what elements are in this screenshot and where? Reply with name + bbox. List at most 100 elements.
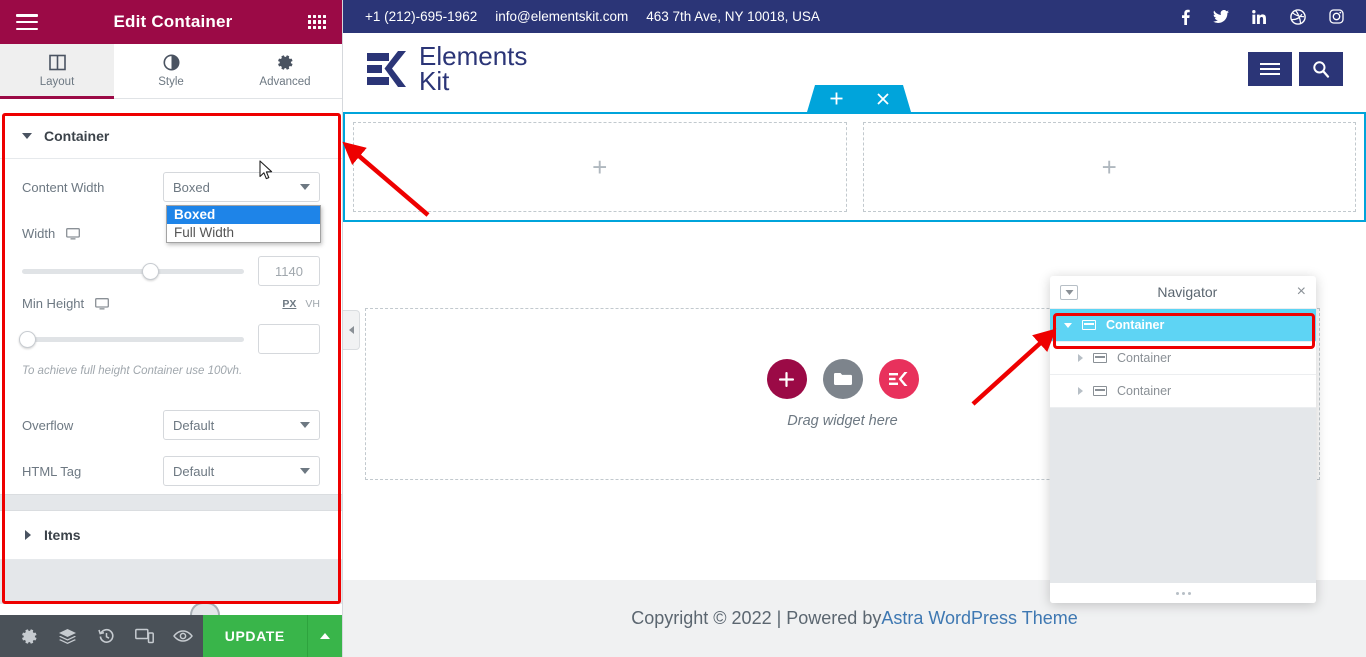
plus-icon[interactable]: + [1102, 154, 1117, 180]
grid-apps-icon[interactable] [307, 15, 326, 29]
overflow-value: Default [173, 417, 215, 433]
navigator-header: Navigator × [1050, 276, 1316, 309]
desktop-icon[interactable] [94, 297, 109, 313]
min-height-slider-knob[interactable] [19, 330, 36, 348]
section-items-header[interactable]: Items [0, 511, 342, 560]
content-width-dropdown-list[interactable]: Boxed Full Width [166, 205, 321, 243]
gear-icon [277, 54, 294, 71]
site-logo-text: Elements Kit [419, 41, 528, 96]
resize-dots-icon[interactable] [1050, 583, 1316, 603]
search-icon[interactable] [1299, 52, 1343, 86]
tab-style[interactable]: Style [114, 44, 228, 98]
width-slider[interactable] [22, 262, 244, 280]
desktop-icon[interactable] [65, 227, 80, 243]
content-width-label: Content Width [22, 179, 105, 195]
header-buttons [1248, 52, 1343, 86]
drag-handle-icon[interactable] [855, 93, 865, 104]
panel-body: Container Content Width Boxed Width 1140… [0, 113, 342, 604]
dribbble-icon[interactable] [1290, 8, 1306, 25]
caret-down-icon [22, 132, 32, 139]
menu-hamburger-icon[interactable] [1248, 52, 1292, 86]
section-toolbar[interactable] [807, 85, 911, 112]
width-slider-knob[interactable] [141, 262, 159, 280]
caret-right-icon[interactable] [1078, 354, 1083, 362]
panel-title: Edit Container [113, 12, 233, 31]
min-height-slider[interactable] [19, 330, 244, 348]
template-folder-icon[interactable] [822, 359, 863, 399]
close-x-icon[interactable] [877, 93, 889, 105]
overflow-label: Overflow [22, 417, 74, 433]
caret-right-icon [25, 530, 31, 540]
min-height-value-input[interactable] [258, 324, 320, 354]
dock-toggle-icon[interactable] [1060, 284, 1078, 300]
tab-advanced[interactable]: Advanced [228, 44, 342, 98]
update-options-caret[interactable] [306, 615, 343, 657]
caret-right-icon[interactable] [1078, 387, 1083, 395]
layers-icon[interactable] [49, 615, 88, 657]
tab-layout-label: Layout [39, 76, 75, 88]
unit-px[interactable]: PX [282, 298, 296, 310]
section-container-header[interactable]: Container [0, 113, 342, 159]
elementskit-widget-icon[interactable] [878, 359, 919, 399]
section-container-label: Container [44, 127, 110, 144]
dropdown-option-boxed[interactable]: Boxed [167, 206, 320, 224]
width-value-input[interactable]: 1140 [258, 256, 320, 286]
topbar-email[interactable]: info@elementskit.com [495, 9, 628, 24]
site-logo[interactable]: Elements Kit [366, 41, 528, 96]
control-html-tag: HTML Tag Default [0, 448, 342, 494]
panel-footer-toolbar: UPDATE [0, 615, 343, 657]
section-divider [0, 494, 342, 511]
caret-down-icon[interactable] [1064, 322, 1072, 328]
facebook-icon[interactable] [1181, 9, 1190, 25]
social-icons [1181, 8, 1344, 25]
content-width-select[interactable]: Boxed [163, 172, 320, 202]
navigator-item-container-child-2[interactable]: Container [1050, 375, 1316, 408]
elementor-panel: Edit Container Layout Style Advanced Con… [0, 0, 343, 657]
html-tag-select[interactable]: Default [163, 456, 320, 486]
close-icon[interactable]: × [1297, 284, 1306, 300]
panel-collapse-toggle[interactable] [343, 310, 360, 350]
footer-theme-link[interactable]: Astra WordPress Theme [881, 608, 1077, 629]
update-button[interactable]: UPDATE [202, 615, 307, 657]
section-items-label: Items [44, 527, 81, 543]
contrast-circle-icon [163, 54, 180, 71]
settings-gear-icon[interactable] [10, 615, 49, 657]
control-min-height: Min Height PX VH [0, 289, 342, 319]
container-column-1[interactable]: + [353, 122, 847, 212]
selected-container[interactable]: + + [343, 112, 1366, 222]
plus-icon[interactable]: + [592, 154, 607, 180]
footer-copyright-text: Copyright © 2022 | Powered by [631, 608, 882, 628]
topbar-address: 463 7th Ave, NY 10018, USA [646, 9, 820, 24]
linkedin-icon[interactable] [1252, 9, 1267, 24]
min-height-label: Min Height [22, 296, 282, 313]
unit-vh[interactable]: VH [305, 298, 320, 310]
container-icon [1093, 353, 1107, 363]
navigator-item-container-root[interactable]: Container [1050, 309, 1316, 342]
navigator-panel: Navigator × Container Container Containe… [1050, 276, 1316, 603]
navigator-title: Navigator [1157, 284, 1218, 300]
history-revisions-icon[interactable] [87, 615, 126, 657]
overflow-select[interactable]: Default [163, 410, 320, 440]
preview-eye-icon[interactable] [164, 615, 203, 657]
responsive-preview-icon[interactable] [126, 615, 165, 657]
twitter-icon[interactable] [1213, 9, 1229, 24]
html-tag-value: Default [173, 463, 215, 479]
chevron-down-icon [300, 184, 310, 190]
topbar-phone[interactable]: +1 (212)-695-1962 [365, 9, 477, 24]
chevron-down-icon [300, 422, 310, 428]
container-column-2[interactable]: + [862, 122, 1356, 212]
chevron-left-icon [348, 326, 354, 334]
dropdown-option-full-width[interactable]: Full Width [167, 224, 320, 242]
width-slider-row: 1140 [0, 253, 342, 289]
html-tag-label: HTML Tag [22, 463, 82, 479]
instagram-icon[interactable] [1329, 9, 1344, 24]
navigator-item-container-child-1[interactable]: Container [1050, 342, 1316, 375]
navigator-empty-area [1050, 408, 1316, 583]
hamburger-icon[interactable] [16, 14, 38, 30]
tab-layout[interactable]: Layout [0, 44, 114, 99]
add-widget-icon[interactable] [766, 359, 807, 399]
container-icon [1082, 320, 1096, 330]
min-height-hint: To achieve full height Container use 100… [22, 365, 243, 377]
plus-icon[interactable] [830, 92, 843, 105]
elementskit-logo-icon [366, 48, 410, 90]
